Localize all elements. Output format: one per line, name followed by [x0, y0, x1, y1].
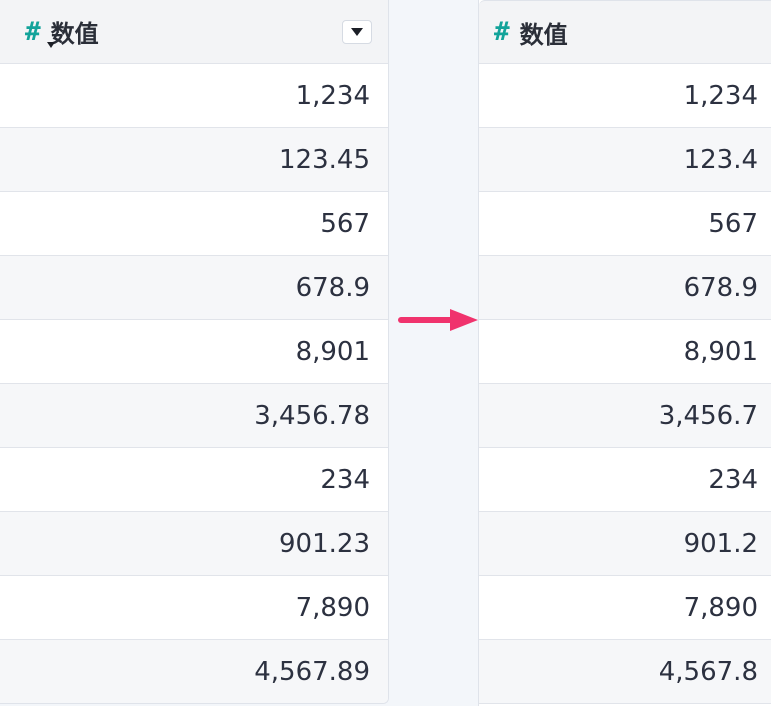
table-cell[interactable]: 123.45	[0, 128, 388, 192]
table-cell[interactable]: 4,567.8	[479, 640, 771, 704]
cell-value: 234	[708, 464, 758, 495]
table-cell[interactable]: 4,567.89	[0, 640, 388, 703]
cell-value: 901.2	[683, 528, 758, 559]
cell-value: 1,234	[683, 80, 758, 111]
cell-value: 678.9	[683, 272, 758, 303]
cell-value: 1,234	[295, 80, 370, 111]
arrow-right-icon	[398, 309, 478, 331]
cell-value: 4,567.89	[254, 656, 370, 687]
cell-value: 7,890	[295, 592, 370, 623]
table-cell[interactable]: 7,890	[479, 576, 771, 640]
cell-value: 3,456.7	[658, 400, 758, 431]
cell-value: 3,456.78	[254, 400, 370, 431]
type-symbol: #	[25, 16, 41, 47]
table-cell[interactable]: 8,901	[479, 320, 771, 384]
type-symbol: #	[494, 17, 510, 47]
cell-value: 678.9	[295, 272, 370, 303]
chevron-down-icon	[351, 27, 363, 36]
left-column-header[interactable]: # 数值	[0, 0, 388, 64]
left-table: # 数值 1,234 123.45 567 678.9 8,901 3,456.…	[0, 0, 389, 704]
table-cell[interactable]: 123.4	[479, 128, 771, 192]
table-cell[interactable]: 3,456.78	[0, 384, 388, 448]
table-cell[interactable]: 8,901	[0, 320, 388, 384]
cell-value: 8,901	[683, 336, 758, 367]
type-caret-icon	[47, 41, 55, 48]
right-table: # 数值 1,234 123.4 567 678.9 8,901 3,456.7…	[478, 0, 771, 706]
table-cell[interactable]: 678.9	[479, 256, 771, 320]
table-cell[interactable]: 1,234	[479, 64, 771, 128]
cell-value: 567	[708, 208, 758, 239]
left-rows: 1,234 123.45 567 678.9 8,901 3,456.78 23…	[0, 64, 388, 703]
right-column-header[interactable]: # 数值	[479, 0, 771, 64]
table-cell[interactable]: 234	[479, 448, 771, 512]
cell-value: 123.4	[683, 144, 758, 175]
table-cell[interactable]: 567	[0, 192, 388, 256]
table-cell[interactable]: 3,456.7	[479, 384, 771, 448]
cell-value: 8,901	[295, 336, 370, 367]
column-title: 数值	[519, 20, 568, 49]
table-cell[interactable]: 901.23	[0, 512, 388, 576]
cell-value: 234	[320, 464, 370, 495]
column-menu-button[interactable]	[342, 19, 372, 44]
column-title: 数值	[50, 20, 99, 48]
table-cell[interactable]: 7,890	[0, 576, 388, 640]
table-cell[interactable]: 567	[479, 192, 771, 256]
number-type-icon: #	[494, 19, 510, 45]
number-type-icon: #	[25, 16, 55, 48]
cell-value: 123.45	[279, 144, 370, 175]
cell-value: 901.23	[279, 528, 370, 559]
table-cell[interactable]: 678.9	[0, 256, 388, 320]
table-cell[interactable]: 234	[0, 448, 388, 512]
cell-value: 4,567.8	[658, 656, 758, 687]
cell-value: 7,890	[683, 592, 758, 623]
table-cell[interactable]: 901.2	[479, 512, 771, 576]
right-rows: 1,234 123.4 567 678.9 8,901 3,456.7 234 …	[479, 64, 771, 704]
table-cell[interactable]: 1,234	[0, 64, 388, 128]
cell-value: 567	[320, 208, 370, 239]
